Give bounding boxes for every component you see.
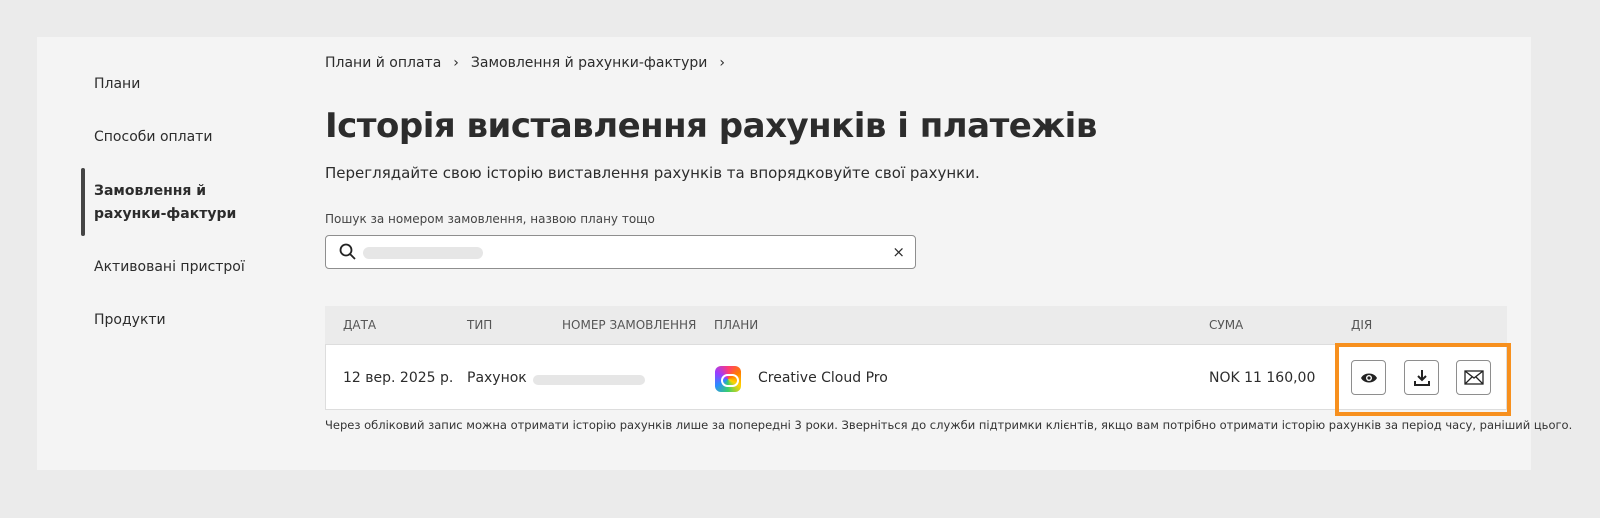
- chevron-right-icon: ›: [719, 55, 725, 71]
- table-header: ДАТА ТИП НОМЕР ЗАМОВЛЕННЯ ПЛАНИ СУМА ДІЯ: [325, 306, 1507, 344]
- page-subtitle: Переглядайте свою історію виставлення ра…: [325, 164, 980, 182]
- active-indicator: [81, 168, 85, 236]
- chevron-right-icon: ›: [453, 55, 459, 71]
- col-action: ДІЯ: [1351, 318, 1373, 332]
- row-amount: NOK 11 160,00: [1209, 370, 1316, 386]
- row-type: Рахунок: [467, 370, 527, 386]
- sidebar-item-orders-invoices[interactable]: Замовлення й рахунки-фактури: [94, 180, 264, 226]
- search-label: Пошук за номером замовлення, назвою план…: [325, 212, 655, 226]
- search-input[interactable]: ×: [325, 235, 916, 269]
- sidebar-item-payment-methods[interactable]: Способи оплати: [94, 126, 274, 149]
- col-order-number: НОМЕР ЗАМОВЛЕННЯ: [562, 318, 697, 332]
- col-date: ДАТА: [343, 318, 377, 332]
- sidebar-item-devices[interactable]: Активовані пристрої: [94, 256, 274, 279]
- page-title: Історія виставлення рахунків і платежів: [325, 106, 1097, 146]
- col-amount: СУМА: [1209, 318, 1244, 332]
- col-type: ТИП: [467, 318, 493, 332]
- breadcrumb: Плани й оплата › Замовлення й рахунки-фа…: [325, 55, 725, 71]
- footnote: Через обліковий запис можна отримати іст…: [325, 418, 1573, 432]
- sidebar-item-products[interactable]: Продукти: [94, 309, 274, 332]
- redacted-search-value: [363, 247, 483, 259]
- redacted-order-number: [533, 375, 645, 385]
- breadcrumb-orders[interactable]: Замовлення й рахунки-фактури: [471, 55, 707, 71]
- clear-search-button[interactable]: ×: [892, 243, 905, 261]
- col-plans: ПЛАНИ: [714, 318, 759, 332]
- sidebar-item-plans[interactable]: Плани: [94, 73, 274, 96]
- search-icon: [338, 242, 358, 266]
- creative-cloud-logo-icon: [715, 366, 741, 392]
- actions-highlight: [1335, 343, 1511, 416]
- breadcrumb-plans[interactable]: Плани й оплата: [325, 55, 441, 71]
- table-row: 12 вер. 2025 р. Рахунок Creative Cloud P…: [325, 344, 1507, 410]
- row-plan: Creative Cloud Pro: [758, 370, 888, 386]
- row-date: 12 вер. 2025 р.: [343, 370, 454, 386]
